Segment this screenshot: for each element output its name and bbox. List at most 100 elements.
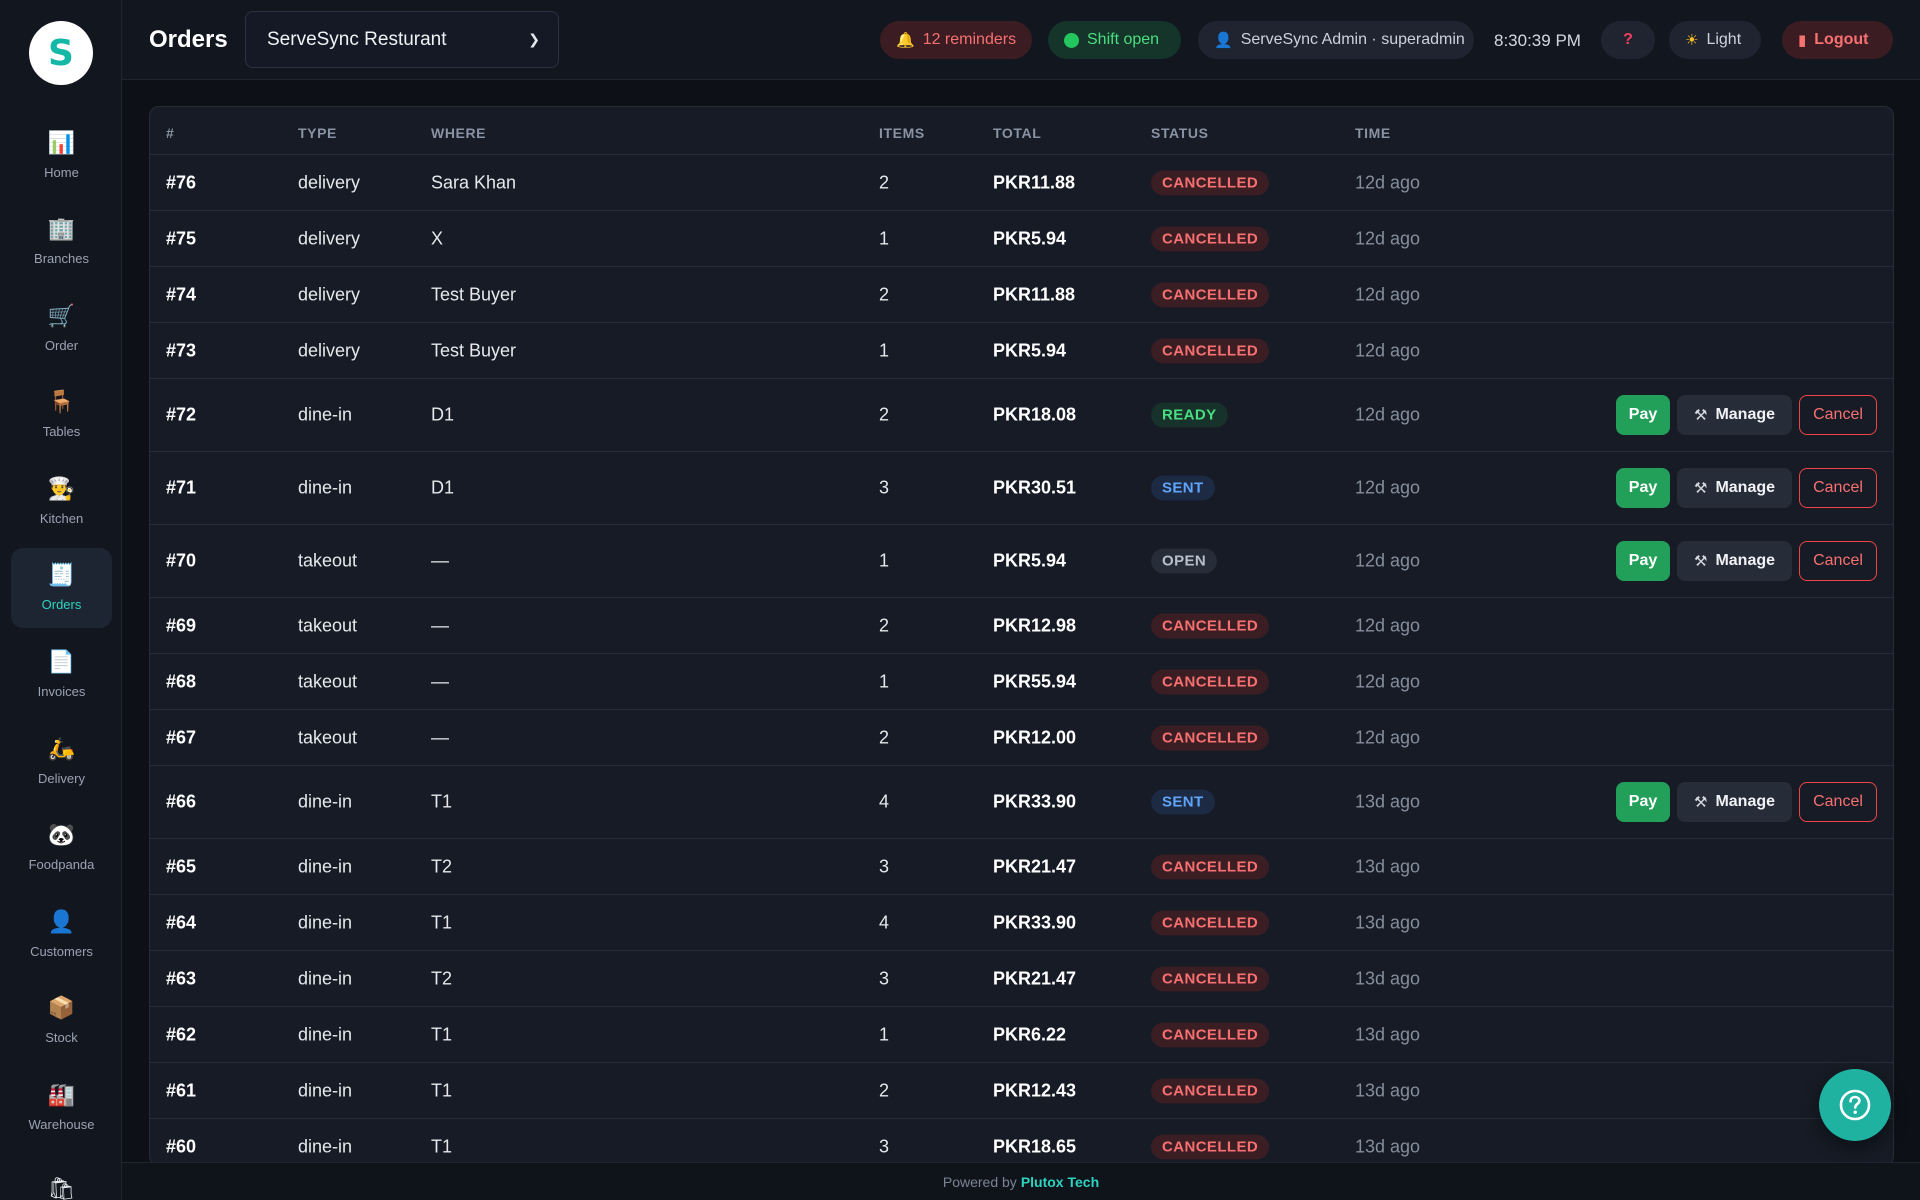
sidebar-item-delivery[interactable]: 🛵 Delivery — [11, 721, 112, 801]
order-total: PKR18.08 — [993, 404, 1077, 425]
order-items: 4 — [879, 791, 890, 812]
table-row[interactable]: #61 dine-in T1 2 PKR12.43 CANCELLED 13d ago — [150, 1063, 1893, 1119]
table-row[interactable]: #65 dine-in T2 3 PKR21.47 CANCELLED 13d ago — [150, 839, 1893, 895]
chef-icon: 👨‍🍳 — [47, 476, 76, 502]
order-time: 13d ago — [1355, 856, 1421, 876]
cancel-button[interactable]: Cancel — [1799, 541, 1877, 581]
app-logo[interactable]: S — [29, 21, 93, 85]
table-row[interactable]: #62 dine-in T1 1 PKR6.22 CANCELLED 13d ago — [150, 1007, 1893, 1063]
column-header-id: # — [166, 125, 175, 141]
sidebar-item-invoices[interactable]: 📄 Invoices — [11, 635, 112, 715]
pay-button[interactable]: Pay — [1616, 395, 1670, 435]
floating-help-button[interactable] — [1819, 1069, 1891, 1141]
sidebar-item-more[interactable]: 🛍 — [11, 1154, 112, 1200]
order-id: #70 — [166, 550, 197, 571]
shift-status-button[interactable]: Shift open — [1048, 21, 1181, 59]
table-header: # TYPE WHERE ITEMS TOTAL STATUS TIME — [150, 107, 1893, 155]
sidebar-item-stock[interactable]: 📦 Stock — [11, 981, 112, 1061]
order-total: PKR12.43 — [993, 1080, 1077, 1100]
status-badge: CANCELLED — [1151, 226, 1270, 251]
status-badge: CANCELLED — [1151, 282, 1270, 307]
order-type: delivery — [298, 284, 361, 304]
sidebar-item-foodpanda[interactable]: 🐼 Foodpanda — [11, 808, 112, 888]
order-total: PKR5.94 — [993, 550, 1067, 571]
scooter-icon: 🛵 — [47, 736, 76, 762]
sidebar-item-kitchen[interactable]: 👨‍🍳 Kitchen — [11, 461, 112, 541]
sidebar-item-customers[interactable]: 👤 Customers — [11, 894, 112, 974]
branch-select[interactable]: ServeSync Resturant ❯ — [245, 11, 559, 68]
order-where: — — [431, 615, 449, 635]
pay-button[interactable]: Pay — [1616, 468, 1670, 508]
cancel-button[interactable]: Cancel — [1799, 468, 1877, 508]
order-items: 2 — [879, 1080, 890, 1100]
order-where: T1 — [431, 791, 453, 812]
order-where: — — [431, 550, 449, 571]
manage-button[interactable]: ⚒ Manage — [1677, 541, 1792, 581]
order-id: #64 — [166, 912, 197, 932]
manage-button[interactable]: ⚒ Manage — [1677, 395, 1792, 435]
sidebar-item-label: Home — [44, 164, 79, 180]
help-button[interactable]: ? — [1601, 21, 1655, 59]
cancel-button[interactable]: Cancel — [1799, 395, 1877, 435]
order-time: 12d ago — [1355, 228, 1421, 248]
status-badge: CANCELLED — [1151, 1134, 1270, 1159]
order-total: PKR11.88 — [993, 284, 1076, 304]
table-body: #76 delivery Sara Khan 2 PKR11.88 CANCELLED 12… — [150, 155, 1893, 1165]
sidebar-item-orders[interactable]: 🧾 Orders — [11, 547, 112, 628]
table-row[interactable]: #75 delivery X 1 PKR5.94 CANCELLED 12d ago — [150, 211, 1893, 267]
sidebar-item-label: Orders — [41, 597, 82, 613]
order-time: 12d ago — [1355, 172, 1421, 192]
manage-button[interactable]: ⚒ Manage — [1677, 782, 1792, 822]
logout-button[interactable]: ▮ Logout — [1782, 21, 1893, 59]
table-row[interactable]: #60 dine-in T1 3 PKR18.65 CANCELLED 13d ago — [150, 1119, 1893, 1165]
sidebar-item-tables[interactable]: 🪑 Tables — [11, 375, 112, 455]
sidebar-item-order[interactable]: 🛒 Order — [11, 288, 112, 368]
order-time: 12d ago — [1355, 477, 1421, 498]
question-circle-icon — [1839, 1089, 1871, 1121]
pay-button[interactable]: Pay — [1616, 541, 1670, 581]
order-time: 13d ago — [1355, 1080, 1421, 1100]
table-row[interactable]: #69 takeout — 2 PKR12.98 CANCELLED 12d ago — [150, 598, 1893, 654]
shift-label: Shift open — [1087, 31, 1160, 48]
table-row[interactable]: #71 dine-in D1 3 PKR30.51 SENT 12d ago Pay ⚒ Mana… — [150, 452, 1893, 525]
reminders-button[interactable]: 🔔 12 reminders — [880, 21, 1032, 59]
sidebar-item-home[interactable]: 📊 Home — [11, 115, 112, 195]
table-row[interactable]: #68 takeout — 1 PKR55.94 CANCELLED 12d ago — [150, 654, 1893, 710]
column-header-status: STATUS — [1151, 125, 1209, 141]
pay-button[interactable]: Pay — [1616, 782, 1670, 822]
column-header-items: ITEMS — [879, 125, 925, 141]
order-id: #63 — [166, 968, 197, 988]
table-row[interactable]: #74 delivery Test Buyer 2 PKR11.88 CANCELLED 1… — [150, 267, 1893, 323]
bag-icon: 🛍 — [47, 1177, 76, 1200]
order-time: 12d ago — [1355, 671, 1421, 691]
table-row[interactable]: #63 dine-in T2 3 PKR21.47 CANCELLED 13d ago — [150, 951, 1893, 1007]
sidebar-item-warehouse[interactable]: 🏭 Warehouse — [11, 1068, 112, 1148]
order-where: — — [431, 671, 449, 691]
order-items: 1 — [879, 340, 890, 360]
reminders-label: 12 reminders — [922, 31, 1017, 48]
table-row[interactable]: #66 dine-in T1 4 PKR33.90 SENT 13d ago Pay ⚒ Mana… — [150, 766, 1893, 839]
order-id: #69 — [166, 615, 197, 635]
row-actions: Pay ⚒ Manage Cancel — [1616, 541, 1877, 581]
sidebar-item-label: Stock — [45, 1030, 78, 1046]
order-time: 12d ago — [1355, 550, 1421, 571]
manage-button[interactable]: ⚒ Manage — [1677, 468, 1792, 508]
theme-toggle[interactable]: ☀ Light — [1669, 21, 1761, 59]
order-total: PKR30.51 — [993, 477, 1077, 498]
order-items: 1 — [879, 228, 890, 248]
table-row[interactable]: #72 dine-in D1 2 PKR18.08 READY 12d ago Pay ⚒ Man… — [150, 379, 1893, 452]
user-badge[interactable]: 👤 ServeSync Admin · superadmin — [1198, 21, 1474, 59]
table-row[interactable]: #64 dine-in T1 4 PKR33.90 CANCELLED 13d ago — [150, 895, 1893, 951]
cancel-button[interactable]: Cancel — [1799, 782, 1877, 822]
sidebar-item-branches[interactable]: 🏢 Branches — [11, 202, 112, 282]
table-row[interactable]: #73 delivery Test Buyer 1 PKR5.94 CANCELLED 12… — [150, 323, 1893, 379]
status-cell: CANCELLED — [1151, 669, 1270, 694]
footer-brand-link[interactable]: Plutox Tech — [1021, 1174, 1099, 1190]
table-row[interactable]: #67 takeout — 2 PKR12.00 CANCELLED 12d ago — [150, 710, 1893, 766]
tools-icon: ⚒ — [1693, 406, 1708, 424]
table-row[interactable]: #76 delivery Sara Khan 2 PKR11.88 CANCELLED 12… — [150, 155, 1893, 211]
chair-icon: 🪑 — [47, 390, 76, 416]
order-id: #72 — [166, 404, 197, 425]
column-header-time: TIME — [1355, 125, 1391, 141]
table-row[interactable]: #70 takeout — 1 PKR5.94 OPEN 12d ago Pay ⚒ Manage… — [150, 525, 1893, 598]
